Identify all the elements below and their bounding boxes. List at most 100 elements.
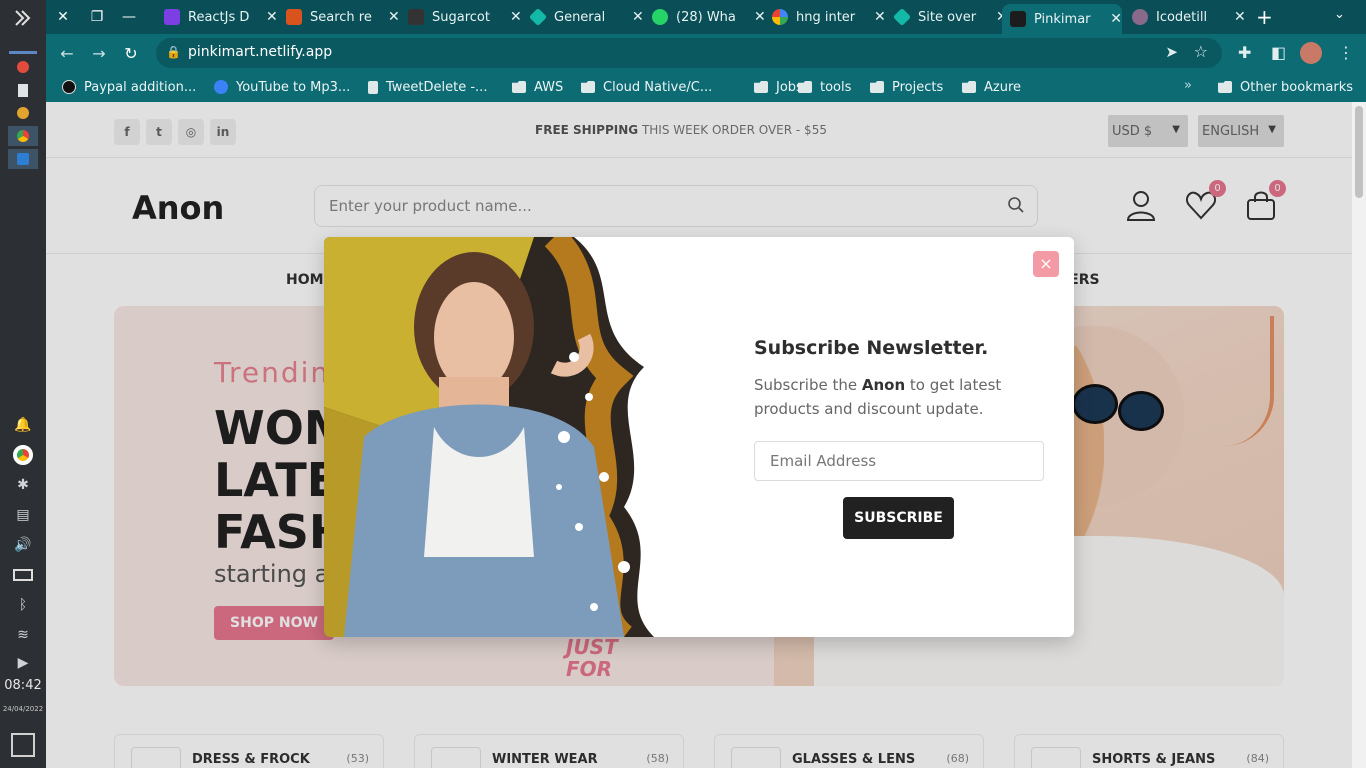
tab-title: (28) Wha xyxy=(676,9,736,25)
bookmark-label: Azure xyxy=(984,79,1022,95)
bookmark-folder[interactable]: AWS xyxy=(512,78,563,96)
tab-title: Sugarcot xyxy=(432,9,490,25)
bookmark-label: TweetDelete -... xyxy=(386,79,488,95)
side-panel-icon[interactable]: ◧ xyxy=(1271,43,1286,62)
reload-button[interactable]: ↻ xyxy=(120,42,142,64)
bookmark-folder[interactable]: Azure xyxy=(962,78,1021,96)
bell-icon[interactable]: 🔔 xyxy=(8,415,38,435)
tab-title: ReactJs D xyxy=(188,9,250,25)
forward-button[interactable]: → xyxy=(88,42,110,64)
tab-search-chevron-icon[interactable]: ⌄ xyxy=(1334,7,1345,22)
volume-icon[interactable]: 🔊 xyxy=(8,535,38,555)
folder-icon xyxy=(798,81,812,93)
tab-title: Site over xyxy=(918,9,977,25)
close-tab-icon[interactable]: ✕ xyxy=(1110,11,1122,27)
close-tab-icon[interactable]: ✕ xyxy=(632,9,644,25)
wifi-icon[interactable]: ≋ xyxy=(8,625,38,645)
close-tab-icon[interactable]: ✕ xyxy=(1234,9,1246,25)
play-icon[interactable]: ▶ xyxy=(8,653,38,673)
clock-time: 08:42 xyxy=(4,678,42,693)
back-button[interactable]: ← xyxy=(56,42,78,64)
browser-tab[interactable]: Sugarcot ✕ xyxy=(408,4,522,30)
tab-favicon-icon xyxy=(894,7,912,27)
tab-favicon-icon xyxy=(1010,11,1026,27)
show-desktop-button[interactable] xyxy=(11,733,35,757)
bookmark-label: Projects xyxy=(892,79,944,95)
close-tab-icon[interactable]: ✕ xyxy=(510,9,522,25)
profile-avatar[interactable] xyxy=(1300,42,1322,64)
bookmark-folder[interactable]: tools xyxy=(798,78,851,96)
tab-title: Icodetill xyxy=(1156,9,1208,25)
file-icon[interactable] xyxy=(8,80,38,100)
address-bar[interactable]: 🔒 pinkimart.netlify.app ➤ ☆ xyxy=(156,38,1222,68)
email-field[interactable] xyxy=(754,441,1044,481)
bookmark-folder[interactable]: Projects xyxy=(870,78,943,96)
folder-icon xyxy=(581,81,595,93)
subscribe-button[interactable]: SUBSCRIBE xyxy=(843,497,954,539)
bookmark-item[interactable]: YouTube to Mp3... xyxy=(214,78,350,96)
bookmark-item[interactable]: TweetDelete -... xyxy=(368,78,487,96)
browser-tab-active[interactable]: Pinkimar ✕ xyxy=(1002,4,1122,34)
tab-bar: ✕ ❐ — ReactJs D ✕ Search re ✕ Sugarcot ✕ Ge… xyxy=(46,0,1366,34)
close-modal-button[interactable]: × xyxy=(1033,251,1059,277)
browser-tab[interactable]: ReactJs D ✕ xyxy=(164,4,278,30)
newsletter-model-image xyxy=(324,237,720,637)
close-tab-icon[interactable]: ✕ xyxy=(266,9,278,25)
browser-tab[interactable]: (28) Wha ✕ xyxy=(652,4,766,30)
browser-tab[interactable]: Icodetill ✕ xyxy=(1132,4,1246,30)
browser-tab[interactable]: General ✕ xyxy=(530,4,644,30)
bookmark-star-icon[interactable]: ☆ xyxy=(1194,42,1208,61)
apps-icon[interactable] xyxy=(8,8,38,28)
browser-tab[interactable]: Site over✕ xyxy=(894,4,1008,30)
new-tab-button[interactable]: + xyxy=(1256,5,1273,29)
restore-window-icon[interactable]: ❐ xyxy=(86,6,108,28)
browser-tab[interactable]: Search re ✕ xyxy=(286,4,400,30)
browser-menu-icon[interactable]: ⋮ xyxy=(1338,43,1354,62)
bluetooth-icon[interactable]: ✱ xyxy=(8,475,38,495)
close-tab-icon[interactable]: ✕ xyxy=(874,9,886,25)
more-bookmarks-chevron[interactable]: » xyxy=(1184,78,1192,93)
close-tab-icon[interactable]: ✕ xyxy=(388,9,400,25)
newsletter-description: Subscribe the Anon to get latest product… xyxy=(754,373,1024,421)
bookmark-folder[interactable]: Jobs xyxy=(754,78,803,96)
close-window-icon[interactable]: ✕ xyxy=(52,6,74,28)
tab-favicon-icon xyxy=(408,9,424,25)
other-bookmarks-folder[interactable]: Other bookmarks xyxy=(1218,78,1353,96)
folder-icon xyxy=(754,81,768,93)
dock-app-icon[interactable] xyxy=(8,103,38,123)
bookmark-item[interactable]: Paypal addition... xyxy=(62,78,196,96)
trash-icon xyxy=(368,80,378,94)
tab-title: Pinkimar xyxy=(1034,11,1091,27)
page-scrollbar[interactable] xyxy=(1352,102,1366,768)
chrome-icon[interactable] xyxy=(8,445,38,465)
tab-favicon-icon xyxy=(1132,9,1148,25)
scrollbar-thumb[interactable] xyxy=(1355,106,1363,198)
tab-favicon-icon xyxy=(286,9,302,25)
os-dock: 🔔 ✱ ▤ 🔊 ᛒ ≋ ▶ 08:42 24/04/2022 xyxy=(0,0,46,768)
bookmark-label: tools xyxy=(820,79,852,95)
send-icon[interactable]: ➤ xyxy=(1165,43,1178,61)
url-text[interactable]: pinkimart.netlify.app xyxy=(188,44,332,60)
chrome-icon[interactable] xyxy=(8,126,38,146)
vscode-icon[interactable] xyxy=(8,149,38,169)
clock-date: 24/04/2022 xyxy=(2,705,44,713)
dock-app-icon[interactable] xyxy=(8,57,38,77)
minimize-window-icon[interactable]: — xyxy=(118,6,140,28)
extensions-icon[interactable]: ✚ xyxy=(1238,43,1251,62)
clipboard-icon[interactable]: ▤ xyxy=(8,505,38,525)
tab-title: Search re xyxy=(310,9,372,25)
close-tab-icon[interactable]: ✕ xyxy=(754,9,766,25)
bookmark-folder[interactable]: Cloud Native/C... xyxy=(581,78,712,96)
battery-icon[interactable] xyxy=(8,565,38,585)
tab-favicon-icon xyxy=(772,9,788,25)
newsletter-heading: Subscribe Newsletter. xyxy=(754,337,989,359)
newsletter-modal: × Subscribe Newsletter. Subscribe the An… xyxy=(324,237,1074,637)
bookmark-label: Cloud Native/C... xyxy=(603,79,713,95)
folder-icon xyxy=(870,81,884,93)
bluetooth-icon[interactable]: ᛒ xyxy=(8,595,38,615)
github-icon xyxy=(62,80,76,94)
browser-tab[interactable]: hng inter ✕ xyxy=(772,4,886,30)
description-text: Subscribe the xyxy=(754,376,862,394)
email-input[interactable] xyxy=(755,442,1043,480)
bookmark-label: Paypal addition... xyxy=(84,79,197,95)
